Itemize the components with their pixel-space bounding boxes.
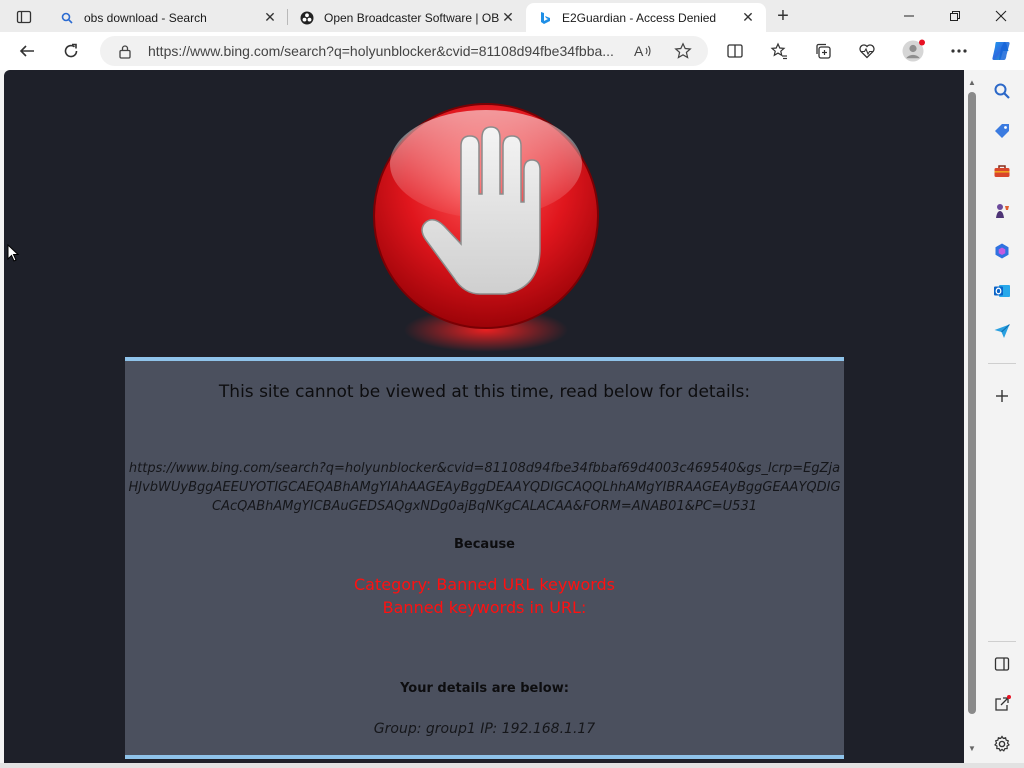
- microsoft365-icon: [995, 243, 1009, 259]
- plus-icon: [996, 390, 1008, 402]
- sidebar-divider: [988, 363, 1016, 364]
- tab-close-button[interactable]: ✕: [262, 9, 278, 26]
- sidebar-outlook-button[interactable]: [990, 279, 1014, 303]
- external-link-icon: [995, 695, 1011, 711]
- profile-button[interactable]: [898, 36, 928, 66]
- tab-actions-button[interactable]: [8, 6, 40, 28]
- copilot-icon: [992, 42, 1010, 60]
- svg-text:A: A: [634, 43, 644, 59]
- vertical-scrollbar[interactable]: ▲ ▼: [964, 70, 980, 763]
- because-label: Because: [453, 537, 515, 552]
- page-title: This site cannot be viewed at this time,…: [218, 382, 751, 402]
- restore-icon: [950, 11, 960, 21]
- search-icon: [60, 11, 74, 25]
- avatar-icon: [902, 39, 925, 62]
- tab-title: obs download - Search: [84, 10, 207, 25]
- collections-button[interactable]: [808, 36, 838, 66]
- tab-search[interactable]: obs download - Search ✕: [48, 3, 288, 32]
- block-category: Category: Banned URL keywords: [353, 575, 616, 594]
- refresh-button[interactable]: [56, 36, 86, 66]
- tab-close-button[interactable]: ✕: [740, 9, 756, 26]
- sidebar-send-button[interactable]: [990, 319, 1014, 343]
- refresh-icon: [64, 43, 78, 58]
- back-arrow-icon: [19, 45, 34, 57]
- obs-logo-icon: [300, 11, 314, 25]
- new-tab-button[interactable]: +: [770, 4, 796, 28]
- address-url[interactable]: https://www.bing.com/search?q=holyunbloc…: [148, 43, 628, 59]
- address-bar[interactable]: https://www.bing.com/search?q=holyunbloc…: [100, 36, 708, 66]
- toolbox-icon: [994, 165, 1010, 177]
- tab-actions-icon: [16, 10, 32, 24]
- chess-piece-icon: [996, 204, 1009, 218]
- tab-access-denied[interactable]: E2Guardian - Access Denied ✕: [526, 3, 766, 32]
- blocked-url: https://www.bing.com/search?q=holyunbloc…: [128, 461, 841, 514]
- close-icon: [995, 10, 1007, 22]
- group-ip-info: Group: group1 IP: 192.168.1.17: [373, 721, 596, 737]
- collections-icon: [816, 43, 831, 59]
- tab-obs[interactable]: Open Broadcaster Software | OBS ✕: [288, 3, 526, 32]
- gear-icon: [994, 735, 1010, 752]
- edge-sidebar: [980, 70, 1024, 768]
- favorite-star-icon[interactable]: [674, 42, 692, 60]
- sidebar-panel-toggle-button[interactable]: [990, 652, 1014, 676]
- tab-title: E2Guardian - Access Denied: [562, 10, 717, 25]
- lock-icon: [119, 45, 131, 59]
- navigation-toolbar: https://www.bing.com/search?q=holyunbloc…: [0, 32, 1024, 70]
- browser-essentials-button[interactable]: [852, 36, 882, 66]
- tab-bar: obs download - Search ✕ Open Broadcaster…: [0, 0, 1024, 32]
- access-denied-panel: This site cannot be viewed at this time,…: [125, 357, 844, 759]
- copilot-button[interactable]: [986, 36, 1016, 66]
- restore-button[interactable]: [932, 0, 978, 32]
- banned-keywords: Banned keywords in URL:: [382, 598, 587, 617]
- sidebar-add-button[interactable]: [990, 384, 1014, 408]
- window-bottom-edge: [0, 763, 1024, 768]
- outlook-icon: [994, 285, 1010, 297]
- sidebar-tools-button[interactable]: [990, 159, 1014, 183]
- page-content: This site cannot be viewed at this time,…: [4, 70, 964, 763]
- sidebar-microsoft365-button[interactable]: [990, 239, 1014, 263]
- close-window-button[interactable]: [978, 0, 1024, 32]
- sidebar-games-button[interactable]: [990, 199, 1014, 223]
- sidebar-external-link-button[interactable]: [990, 692, 1014, 716]
- sidebar-shopping-button[interactable]: [990, 119, 1014, 143]
- tab-close-button[interactable]: ✕: [500, 9, 516, 26]
- details-label: Your details are below:: [400, 681, 569, 696]
- scrollbar-thumb[interactable]: [968, 92, 976, 714]
- sidebar-settings-button[interactable]: [990, 732, 1014, 756]
- heart-pulse-icon: [859, 44, 875, 59]
- settings-menu-button[interactable]: [944, 36, 974, 66]
- favorites-icon: [770, 42, 787, 60]
- mouse-cursor-icon: [7, 244, 19, 262]
- paper-plane-icon: [994, 324, 1010, 338]
- stop-hand-icon: [373, 103, 599, 352]
- sidebar-divider: [988, 641, 1016, 642]
- tab-title: Open Broadcaster Software | OBS: [324, 10, 500, 25]
- scroll-down-icon[interactable]: ▼: [967, 744, 977, 754]
- more-options-icon: [951, 49, 967, 53]
- split-screen-button[interactable]: [720, 36, 750, 66]
- split-screen-icon: [727, 44, 743, 58]
- favorites-button[interactable]: [764, 36, 794, 66]
- minimize-button[interactable]: [886, 0, 932, 32]
- read-aloud-icon[interactable]: A: [634, 43, 652, 59]
- shopping-tag-icon: [995, 124, 1009, 138]
- sidebar-search-button[interactable]: [990, 79, 1014, 103]
- back-button[interactable]: [12, 36, 42, 66]
- scroll-up-icon[interactable]: ▲: [967, 78, 977, 88]
- search-icon: [994, 83, 1010, 99]
- sidebar-panel-icon: [994, 657, 1010, 671]
- minimize-icon: [904, 15, 914, 17]
- bing-logo-icon: [538, 11, 552, 25]
